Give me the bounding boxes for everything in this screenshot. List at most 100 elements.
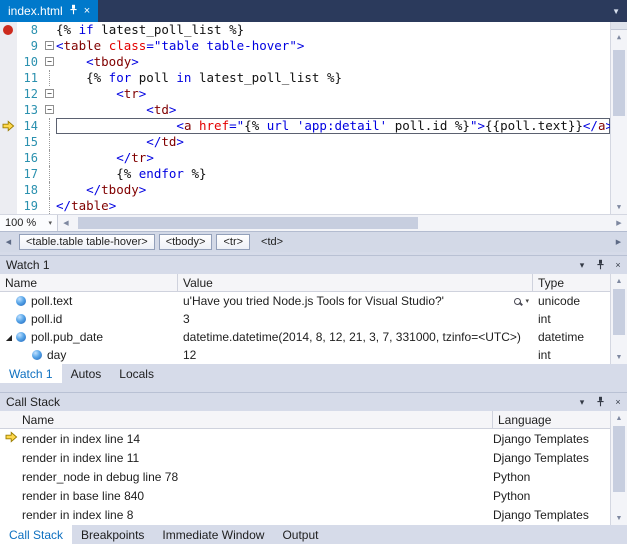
tab-immediate-window[interactable]: Immediate Window bbox=[153, 525, 273, 544]
pin-icon[interactable] bbox=[591, 259, 609, 272]
editor-vertical-scrollbar[interactable]: ▲ ▼ bbox=[610, 22, 627, 214]
glyph-margin[interactable] bbox=[0, 102, 17, 118]
column-header-name[interactable]: Name bbox=[0, 274, 178, 291]
glyph-margin[interactable] bbox=[0, 166, 17, 182]
watch-vertical-scrollbar[interactable]: ▲ ▼ bbox=[610, 274, 627, 364]
code-line[interactable]: 17{% endfor %} bbox=[0, 166, 610, 182]
scrollbar-thumb[interactable] bbox=[613, 426, 625, 492]
expand-icon[interactable]: ◢ bbox=[3, 333, 15, 342]
code-line[interactable]: 8{% if latest_poll_list %} bbox=[0, 22, 610, 38]
code-text[interactable]: </table> bbox=[56, 198, 610, 214]
column-header-name[interactable]: Name bbox=[0, 411, 493, 428]
tab-index-html[interactable]: index.html × bbox=[0, 0, 98, 22]
tab-locals[interactable]: Locals bbox=[110, 364, 163, 383]
code-line[interactable]: 10−<tbody> bbox=[0, 54, 610, 70]
column-header-language[interactable]: Language bbox=[493, 411, 610, 428]
code-line[interactable]: 19</table> bbox=[0, 198, 610, 214]
code-line[interactable]: 9−<table class="table table-hover"> bbox=[0, 38, 610, 54]
glyph-margin[interactable] bbox=[0, 22, 17, 38]
watch-row[interactable]: poll.id3int bbox=[0, 310, 610, 328]
tab-output[interactable]: Output bbox=[273, 525, 327, 544]
code-line[interactable]: 12−<tr> bbox=[0, 86, 610, 102]
scroll-left-icon[interactable]: ◀ bbox=[58, 215, 74, 231]
code-text[interactable]: <a href="{% url 'app:detail' poll.id %}"… bbox=[56, 118, 610, 134]
scroll-up-icon[interactable]: ▲ bbox=[611, 411, 627, 425]
scroll-down-icon[interactable]: ▼ bbox=[611, 350, 627, 364]
callstack-vertical-scrollbar[interactable]: ▲ ▼ bbox=[610, 411, 627, 525]
fold-collapse-icon[interactable]: − bbox=[45, 41, 54, 50]
code-text[interactable]: {% if latest_poll_list %} bbox=[56, 22, 610, 38]
code-line[interactable]: 14<a href="{% url 'app:detail' poll.id %… bbox=[0, 118, 610, 134]
code-line[interactable]: 18</tbody> bbox=[0, 182, 610, 198]
tab-watch-1[interactable]: Watch 1 bbox=[0, 364, 62, 383]
close-icon[interactable]: × bbox=[609, 397, 627, 407]
breadcrumb-item--td-[interactable]: <td> bbox=[254, 234, 290, 250]
breadcrumb-item--tr-[interactable]: <tr> bbox=[216, 234, 250, 250]
fold-collapse-icon[interactable]: − bbox=[45, 89, 54, 98]
glyph-margin[interactable] bbox=[0, 134, 17, 150]
scrollbar-thumb[interactable] bbox=[613, 289, 625, 335]
code-line[interactable]: 16</tr> bbox=[0, 150, 610, 166]
window-position-dropdown-icon[interactable]: ▾ bbox=[573, 397, 591, 408]
watch-row[interactable]: poll.textu'Have you tried Node.js Tools … bbox=[0, 292, 610, 310]
glyph-margin[interactable] bbox=[0, 182, 17, 198]
close-icon[interactable]: × bbox=[84, 6, 90, 17]
callstack-row[interactable]: render in index line 14Django Templates bbox=[0, 429, 610, 448]
window-position-dropdown-icon[interactable]: ▾ bbox=[573, 260, 591, 271]
callstack-row[interactable]: render_node in debug line 78Python bbox=[0, 467, 610, 486]
column-header-type[interactable]: Type bbox=[533, 274, 610, 291]
code-text[interactable]: </tbody> bbox=[56, 182, 610, 198]
zoom-dropdown-icon[interactable]: ▾ bbox=[48, 219, 52, 227]
pin-icon[interactable] bbox=[591, 396, 609, 409]
scroll-down-icon[interactable]: ▼ bbox=[611, 511, 627, 525]
watch-row[interactable]: ◢poll.pub_datedatetime.datetime(2014, 8,… bbox=[0, 328, 610, 346]
breadcrumb-scroll-right-icon[interactable]: ▶ bbox=[612, 238, 625, 246]
code-text[interactable]: </tr> bbox=[56, 150, 610, 166]
code-text[interactable]: {% for poll in latest_poll_list %} bbox=[56, 70, 610, 86]
code-text[interactable]: </td> bbox=[56, 134, 610, 150]
splitter[interactable] bbox=[0, 383, 627, 392]
code-text[interactable]: <td> bbox=[56, 102, 610, 118]
code-line[interactable]: 11{% for poll in latest_poll_list %} bbox=[0, 70, 610, 86]
callstack-panel-header[interactable]: Call Stack ▾ × bbox=[0, 392, 627, 411]
glyph-margin[interactable] bbox=[0, 38, 17, 54]
editor-split-handle[interactable] bbox=[611, 22, 627, 30]
column-header-value[interactable]: Value bbox=[178, 274, 533, 291]
code-line[interactable]: 15</td> bbox=[0, 134, 610, 150]
text-visualizer-magnifier-icon[interactable]: ▾ bbox=[511, 297, 529, 305]
callstack-row[interactable]: render in index line 8Django Templates bbox=[0, 505, 610, 524]
tab-breakpoints[interactable]: Breakpoints bbox=[72, 525, 153, 544]
glyph-margin[interactable] bbox=[0, 198, 17, 214]
glyph-margin[interactable] bbox=[0, 70, 17, 86]
breadcrumb-item--table-table-table-hover-[interactable]: <table.table table-hover> bbox=[19, 234, 155, 250]
code-text[interactable]: <table class="table table-hover"> bbox=[56, 38, 610, 54]
document-list-dropdown-icon[interactable]: ▼ bbox=[612, 0, 620, 22]
watch-row[interactable]: day12int bbox=[0, 346, 610, 364]
code-text[interactable]: <tbody> bbox=[56, 54, 610, 70]
editor-horizontal-scrollbar[interactable]: ◀ ▶ bbox=[58, 215, 627, 231]
tab-call-stack[interactable]: Call Stack bbox=[0, 525, 72, 544]
code-editor[interactable]: 8{% if latest_poll_list %}9−<table class… bbox=[0, 22, 627, 214]
glyph-margin[interactable] bbox=[0, 118, 17, 134]
scroll-right-icon[interactable]: ▶ bbox=[611, 215, 627, 231]
glyph-margin[interactable] bbox=[0, 54, 17, 70]
pin-icon[interactable] bbox=[69, 4, 78, 18]
watch-panel-header[interactable]: Watch 1 ▾ × bbox=[0, 255, 627, 274]
glyph-margin[interactable] bbox=[0, 150, 17, 166]
callstack-row[interactable]: render in base line 840Python bbox=[0, 486, 610, 505]
callstack-row[interactable]: render in index line 11Django Templates bbox=[0, 448, 610, 467]
close-icon[interactable]: × bbox=[609, 260, 627, 270]
code-text[interactable]: <tr> bbox=[56, 86, 610, 102]
breadcrumb-item--tbody-[interactable]: <tbody> bbox=[159, 234, 213, 250]
tab-autos[interactable]: Autos bbox=[62, 364, 111, 383]
scroll-up-icon[interactable]: ▲ bbox=[611, 274, 627, 288]
fold-collapse-icon[interactable]: − bbox=[45, 57, 54, 66]
scrollbar-thumb[interactable] bbox=[613, 50, 625, 116]
code-line[interactable]: 13−<td> bbox=[0, 102, 610, 118]
code-text[interactable]: {% endfor %} bbox=[56, 166, 610, 182]
fold-collapse-icon[interactable]: − bbox=[45, 105, 54, 114]
scroll-down-icon[interactable]: ▼ bbox=[611, 200, 627, 214]
scroll-up-icon[interactable]: ▲ bbox=[611, 30, 627, 44]
glyph-margin[interactable] bbox=[0, 86, 17, 102]
scrollbar-thumb[interactable] bbox=[78, 217, 418, 229]
